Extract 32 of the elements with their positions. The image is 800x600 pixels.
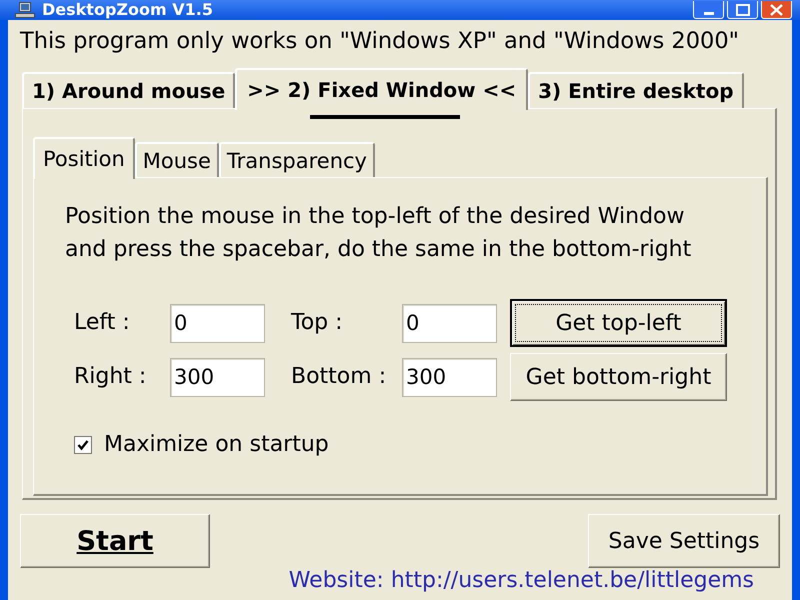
field-label: Bottom : — [291, 364, 386, 390]
minimize-icon — [704, 12, 714, 14]
minimize-button[interactable] — [693, 1, 724, 19]
tab[interactable]: 3) Entire desktop — [528, 72, 744, 108]
instructions-text: Position the mouse in the top-left of the desired Window and press the spacebar, do the same in the bottom-right — [65, 203, 692, 264]
capture-button[interactable]: Get top-left — [510, 299, 727, 347]
tab[interactable]: Transparency — [218, 142, 375, 177]
notice-text: This program only works on "Windows XP" and "Windows 2000" — [20, 28, 740, 54]
window-title: DesktopZoom V1.5 — [42, 0, 213, 20]
save-settings-button[interactable]: Save Settings — [588, 514, 780, 568]
check-icon — [77, 439, 89, 451]
close-icon — [770, 4, 783, 16]
tab[interactable]: 1) Around mouse — [22, 72, 236, 108]
computer-icon — [14, 2, 36, 18]
field-label: Right : — [74, 364, 146, 390]
tab[interactable]: Mouse — [134, 142, 219, 177]
checkbox-label: Maximize on startup — [104, 432, 329, 458]
tab[interactable]: >> 2) Fixed Window << — [235, 68, 528, 110]
field-label: Top : — [291, 310, 343, 336]
start-button[interactable]: Start — [20, 514, 210, 568]
field-label: Left : — [74, 310, 130, 336]
input-field[interactable]: 300 — [402, 358, 497, 396]
checkbox[interactable] — [74, 436, 92, 454]
tab[interactable]: Position — [33, 137, 135, 179]
close-button[interactable] — [761, 1, 792, 19]
input-field[interactable]: 0 — [170, 304, 265, 342]
maximize-icon — [736, 4, 750, 16]
input-field[interactable]: 0 — [402, 304, 497, 342]
input-field[interactable]: 300 — [170, 358, 265, 396]
capture-button[interactable]: Get bottom-right — [510, 353, 727, 401]
website-link[interactable]: Website: http://users.telenet.be/littlegems — [288, 568, 754, 594]
maximize-button[interactable] — [727, 1, 758, 19]
